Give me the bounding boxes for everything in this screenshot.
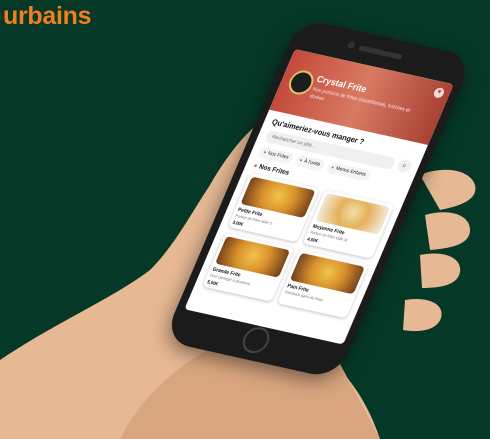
search-icon[interactable]: ⌕	[395, 158, 414, 174]
chip-a-lunite[interactable]: ●À l'unité	[293, 154, 326, 172]
chip-label: À l'unité	[302, 159, 321, 168]
camera-icon	[346, 40, 357, 50]
chip-label: Menus Enfants	[334, 166, 367, 178]
product-card[interactable]: Grande Frite Pour partager à plusieurs 5…	[202, 232, 295, 302]
home-button[interactable]	[238, 324, 274, 356]
heart-icon[interactable]: ♥	[432, 86, 446, 99]
product-card[interactable]: Pain Frite Sandwich garni de frites	[276, 249, 369, 319]
product-grid: Petite Frite Portion de frites taille S …	[202, 172, 395, 319]
speaker-grille	[357, 45, 403, 60]
chip-label: Nos Frites	[266, 151, 290, 161]
product-card[interactable]: Petite Frite Portion de frites taille S …	[227, 172, 320, 243]
product-card[interactable]: Moyenne Frite Portion de frites taille M…	[302, 189, 395, 259]
restaurant-subtitle: Nos portions de frites croustillantes, f…	[308, 86, 411, 114]
chip-nos-frites[interactable]: ●Nos Frites	[257, 146, 295, 165]
